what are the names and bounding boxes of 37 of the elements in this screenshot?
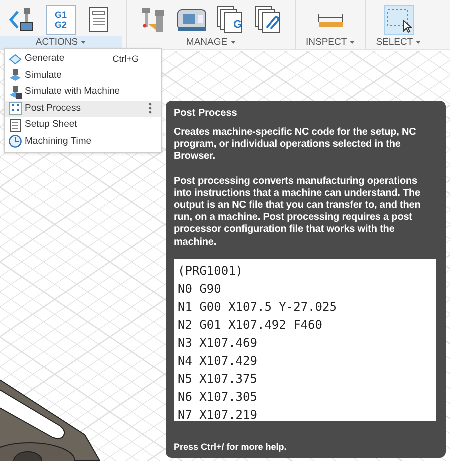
code-line: N7 X107.219 [178, 406, 258, 421]
caret-icon [230, 40, 236, 44]
more-icon[interactable] [149, 103, 152, 114]
menu-item[interactable]: Post Process [5, 100, 161, 117]
menu-item[interactable]: Generate Ctrl+G [5, 51, 161, 68]
menu-item[interactable]: Simulate with Machine [5, 84, 161, 100]
caret-icon [416, 40, 422, 44]
toolbar-group-button[interactable]: MANAGE [131, 36, 291, 49]
help-hint: Press Ctrl+/ for more help. [174, 441, 288, 453]
linked-pages-icon[interactable] [253, 4, 283, 34]
tooltip-text: Post processing converts manufacturing operations into instructions that a machine can understand. The output is an NC file that you can transfer to, and then run, on a machine. Post processing requires a post processor configuration file that works with the machine. [174, 176, 422, 249]
code-line: N3 X107.469 [178, 334, 258, 352]
code-line: N6 X107.305 [178, 388, 258, 406]
clock-icon [9, 135, 22, 148]
nc-code-icon [9, 102, 22, 116]
nc-code-icon[interactable]: G1 G2 [46, 4, 76, 34]
toolbar-group-button[interactable]: ACTIONS [0, 36, 122, 49]
generate-icon [9, 52, 22, 66]
code-line: N1 G00 X107.5 Y-27.025 [178, 298, 338, 316]
toolbar-group-button[interactable]: INSPECT [300, 36, 362, 49]
code-line: N2 G01 X107.492 F460 [178, 316, 324, 334]
select-icon[interactable] [384, 4, 414, 34]
menu-item[interactable]: Simulate [5, 68, 161, 84]
caret-icon [81, 40, 86, 44]
tooltip-text: Creates machine-specific NC code for the setup, NC program, or individual operations selected in the Browser. [174, 127, 418, 164]
code-line: N0 G90 [178, 280, 222, 298]
tooltip-title: Post Process [174, 108, 238, 120]
caret-icon [350, 40, 356, 44]
simulate-icon [9, 69, 22, 82]
code-line: N5 X107.375 [178, 370, 258, 388]
toolbar-group-button[interactable]: SELECT [370, 36, 428, 49]
code-line: (PRG1001) [178, 262, 244, 280]
menu-item[interactable]: Setup Sheet [5, 117, 161, 134]
document-icon [9, 118, 22, 132]
menu-item[interactable]: Machining Time [5, 134, 161, 150]
simulate-machine-icon [9, 86, 22, 99]
code-line: N4 X107.429 [178, 352, 258, 370]
